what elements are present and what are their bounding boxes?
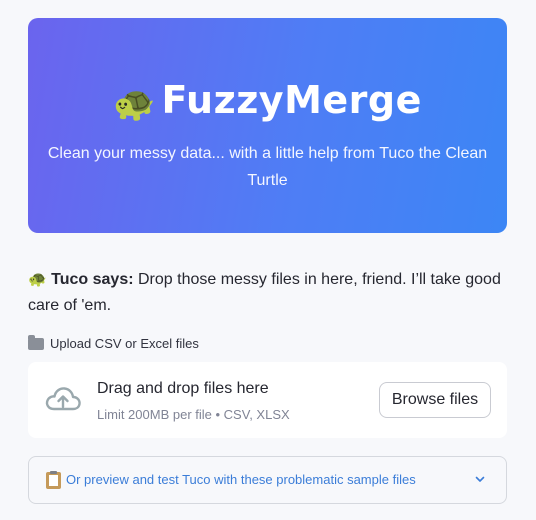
folder-icon (28, 334, 44, 350)
app-page: 🐢 FuzzyMerge Clean your messy data... wi… (0, 0, 536, 520)
app-title: FuzzyMerge (161, 78, 422, 122)
expander-label: Or preview and test Tuco with these prob… (66, 472, 416, 487)
sample-files-expander[interactable]: Or preview and test Tuco with these prob… (28, 456, 507, 504)
turtle-icon: 🐢 (28, 270, 47, 288)
dropzone-limit: Limit 200MB per file • CSV, XLSX (97, 407, 290, 422)
dropzone-instructions: Drag and drop files here (97, 380, 269, 397)
browse-files-button[interactable]: Browse files (379, 382, 491, 418)
cloud-upload-icon (45, 387, 81, 411)
hero-title: 🐢 FuzzyMerge (28, 78, 507, 122)
tuco-message: 🐢 Tuco says: Drop those messy files in h… (28, 266, 508, 319)
turtle-icon: 🐢 (113, 84, 156, 124)
hero-subtitle: Clean your messy data... with a little h… (47, 145, 488, 189)
chevron-down-icon (475, 476, 485, 482)
upload-label-text: Upload CSV or Excel files (50, 336, 199, 351)
clipboard-icon (46, 471, 61, 489)
hero-banner: 🐢 FuzzyMerge Clean your messy data... wi… (28, 18, 507, 233)
tuco-label: Tuco says: (51, 271, 134, 288)
upload-label: Upload CSV or Excel files (28, 334, 199, 351)
file-dropzone[interactable]: Drag and drop files here Limit 200MB per… (28, 362, 507, 438)
